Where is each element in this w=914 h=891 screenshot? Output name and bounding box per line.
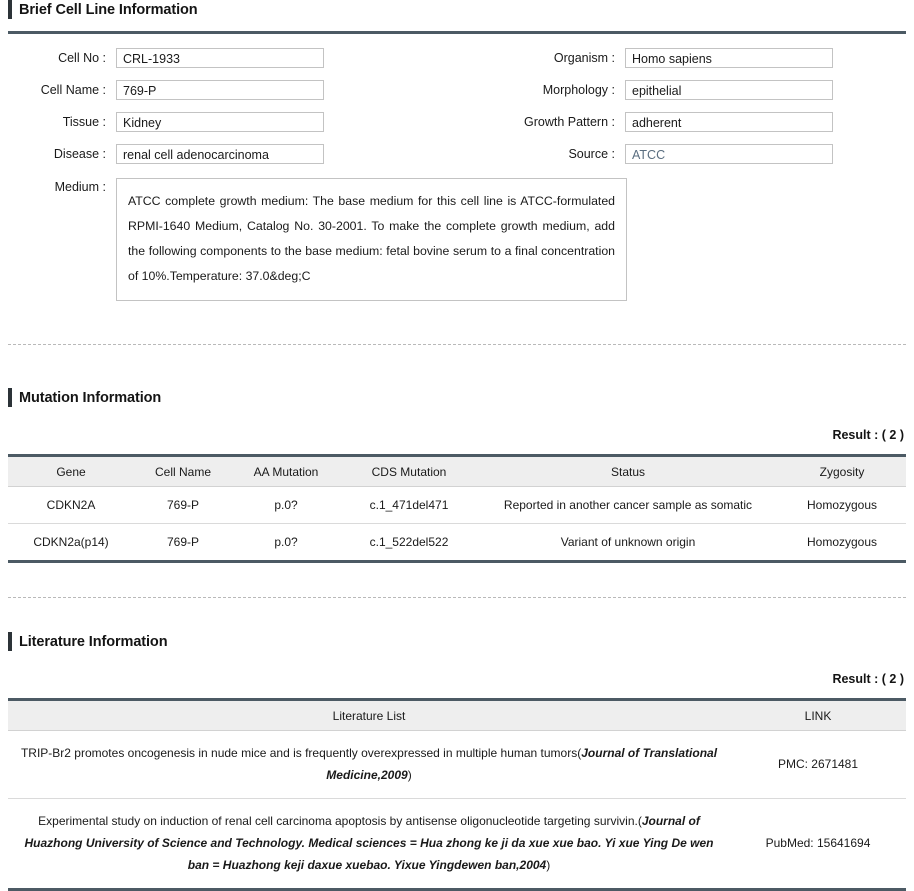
cell-status: Reported in another cancer sample as som… bbox=[478, 486, 778, 524]
label-medium: Medium : bbox=[54, 180, 106, 194]
table-row: CDKN2A 769-P p.0? c.1_471del471 Reported… bbox=[8, 486, 906, 524]
cell-cds-mutation[interactable]: c.1_522del522 bbox=[340, 523, 478, 563]
spacer-mutation-table bbox=[0, 442, 914, 454]
citation-close-paren: ) bbox=[546, 858, 551, 872]
label-source: Source : bbox=[568, 147, 615, 161]
spacer-literature-table bbox=[0, 686, 914, 698]
cell-literature-link[interactable]: PMC: 2671481 bbox=[730, 730, 906, 799]
column-header-cds-mutation[interactable]: CDS Mutation bbox=[340, 454, 478, 487]
field-row-growth-pattern: Growth Pattern : adherent bbox=[457, 112, 906, 132]
page-title: Brief Cell Line Information bbox=[19, 1, 198, 18]
section-header-brief-cell-line: Brief Cell Line Information bbox=[0, 0, 914, 19]
brief-form-grid: Cell No : CRL-1933 Cell Name : 769-P Tis… bbox=[8, 48, 906, 176]
column-header-zygosity[interactable]: Zygosity bbox=[778, 454, 906, 487]
label-morphology: Morphology : bbox=[542, 83, 615, 97]
column-header-aa-mutation[interactable]: AA Mutation bbox=[232, 454, 340, 487]
spacer-after-brief bbox=[0, 301, 914, 344]
list-item: TRIP-Br2 promotes oncogenesis in nude mi… bbox=[8, 730, 906, 799]
literature-result-count: Result : ( 2 ) bbox=[832, 672, 904, 686]
field-cell-no[interactable]: CRL-1933 bbox=[116, 48, 324, 68]
cell-status: Variant of unknown origin bbox=[478, 523, 778, 563]
mutation-table-header-row: Gene Cell Name AA Mutation CDS Mutation … bbox=[8, 454, 906, 487]
field-tissue[interactable]: Kidney bbox=[116, 112, 324, 132]
label-disease: Disease : bbox=[53, 147, 106, 161]
citation-year: 2009 bbox=[380, 768, 408, 782]
cell-cds-mutation[interactable]: c.1_471del471 bbox=[340, 486, 478, 524]
cell-zygosity: Homozygous bbox=[778, 486, 906, 524]
literature-table: Literature List LINK TRIP-Br2 promotes o… bbox=[8, 698, 906, 891]
column-header-cell-name[interactable]: Cell Name bbox=[134, 454, 232, 487]
spacer-before-mutation bbox=[0, 345, 914, 388]
citation-title: Experimental study on induction of renal… bbox=[38, 814, 642, 828]
field-row-source: Source : ATCC bbox=[457, 144, 906, 164]
field-row-tissue: Tissue : Kidney bbox=[8, 112, 457, 132]
field-medium[interactable]: ATCC complete growth medium: The base me… bbox=[116, 178, 627, 301]
field-disease[interactable]: renal cell adenocarcinoma bbox=[116, 144, 324, 164]
label-cell-name: Cell Name : bbox=[40, 83, 106, 97]
field-row-disease: Disease : renal cell adenocarcinoma bbox=[8, 144, 457, 164]
spacer-mutation-result bbox=[0, 407, 914, 428]
label-growth-pattern: Growth Pattern : bbox=[523, 115, 615, 129]
brief-cell-line-form: Cell No : CRL-1933 Cell Name : 769-P Tis… bbox=[0, 34, 914, 301]
cell-zygosity: Homozygous bbox=[778, 523, 906, 563]
list-item: Experimental study on induction of renal… bbox=[8, 798, 906, 891]
section-accent-bar-mutation bbox=[8, 388, 12, 407]
mutation-result-count: Result : ( 2 ) bbox=[832, 428, 904, 442]
section-accent-bar bbox=[8, 0, 12, 19]
citation-close-paren: ) bbox=[407, 768, 412, 782]
cell-gene: CDKN2A bbox=[8, 486, 134, 524]
cell-literature-link[interactable]: PubMed: 15641694 bbox=[730, 798, 906, 891]
cell-line-detail-page: Brief Cell Line Information Cell No : CR… bbox=[0, 0, 914, 891]
table-row: CDKN2a(p14) 769-P p.0? c.1_522del522 Var… bbox=[8, 523, 906, 563]
cell-cell-name: 769-P bbox=[134, 523, 232, 563]
cell-literature-citation[interactable]: Experimental study on induction of renal… bbox=[8, 798, 730, 891]
spacer-literature-result bbox=[0, 651, 914, 672]
field-source[interactable]: ATCC bbox=[625, 144, 833, 164]
citation-year: 2004 bbox=[519, 858, 547, 872]
mutation-table: Gene Cell Name AA Mutation CDS Mutation … bbox=[8, 454, 906, 563]
spacer-before-literature bbox=[0, 598, 914, 632]
column-header-literature-list[interactable]: Literature List bbox=[8, 698, 730, 731]
section-title-mutation: Mutation Information bbox=[19, 389, 162, 406]
cell-gene: CDKN2a(p14) bbox=[8, 523, 134, 563]
cell-aa-mutation[interactable]: p.0? bbox=[232, 523, 340, 563]
field-cell-name[interactable]: 769-P bbox=[116, 80, 324, 100]
brief-form-left-column: Cell No : CRL-1933 Cell Name : 769-P Tis… bbox=[8, 48, 457, 176]
spacer-after-mutation bbox=[0, 563, 914, 597]
citation-title: TRIP-Br2 promotes oncogenesis in nude mi… bbox=[20, 746, 582, 760]
brief-form-right-column: Organism : Homo sapiens Morphology : epi… bbox=[457, 48, 906, 176]
label-organism: Organism : bbox=[553, 51, 615, 65]
section-accent-bar-literature bbox=[8, 632, 12, 651]
field-row-organism: Organism : Homo sapiens bbox=[457, 48, 906, 68]
cell-literature-citation[interactable]: TRIP-Br2 promotes oncogenesis in nude mi… bbox=[8, 730, 730, 799]
field-organism[interactable]: Homo sapiens bbox=[625, 48, 833, 68]
column-header-status[interactable]: Status bbox=[478, 454, 778, 487]
field-row-medium: Medium : ATCC complete growth medium: Th… bbox=[8, 178, 906, 301]
section-header-mutation: Mutation Information bbox=[0, 388, 914, 407]
field-row-cell-name: Cell Name : 769-P bbox=[8, 80, 457, 100]
literature-table-header-row: Literature List LINK bbox=[8, 698, 906, 731]
label-tissue: Tissue : bbox=[62, 115, 106, 129]
column-header-gene[interactable]: Gene bbox=[8, 454, 134, 487]
field-growth-pattern[interactable]: adherent bbox=[625, 112, 833, 132]
field-morphology[interactable]: epithelial bbox=[625, 80, 833, 100]
section-header-literature: Literature Information bbox=[0, 632, 914, 651]
cell-aa-mutation[interactable]: p.0? bbox=[232, 486, 340, 524]
label-cell-no: Cell No : bbox=[58, 51, 106, 65]
cell-cell-name: 769-P bbox=[134, 486, 232, 524]
field-row-morphology: Morphology : epithelial bbox=[457, 80, 906, 100]
section-title-literature: Literature Information bbox=[19, 633, 168, 650]
column-header-link[interactable]: LINK bbox=[730, 698, 906, 731]
field-row-cell-no: Cell No : CRL-1933 bbox=[8, 48, 457, 68]
